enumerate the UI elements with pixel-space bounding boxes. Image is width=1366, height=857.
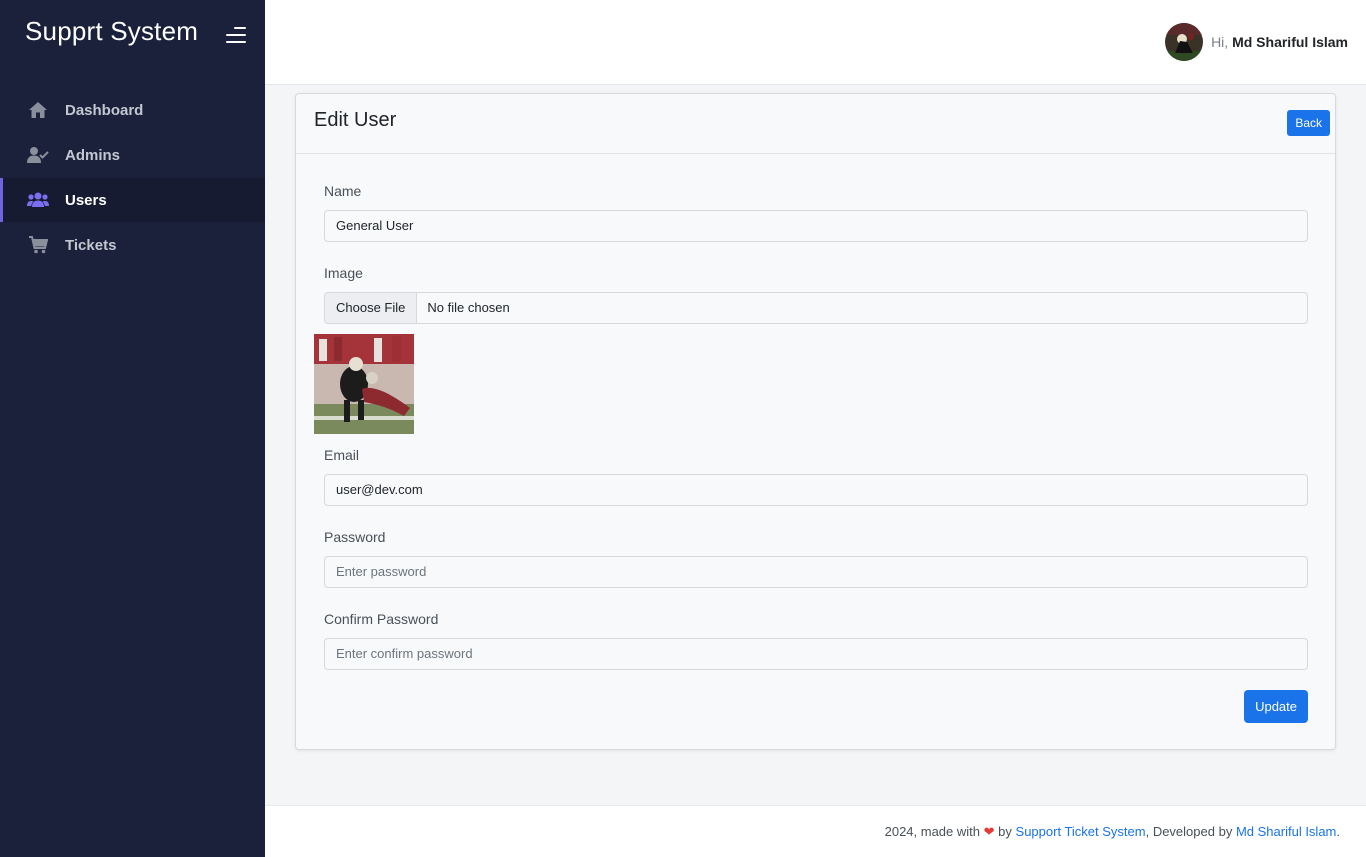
page-title: Edit User	[314, 109, 397, 131]
email-label: Email	[324, 447, 360, 463]
file-status: No file chosen	[427, 300, 510, 315]
back-button[interactable]: Back	[1287, 110, 1330, 136]
name-field[interactable]: General User	[324, 210, 1308, 242]
confirm-password-field[interactable]: Enter confirm password	[324, 638, 1308, 670]
sidebar-item-dashboard[interactable]: Dashboard	[0, 88, 265, 132]
user-greeting: Hi, Md Shariful Islam	[1211, 34, 1348, 50]
card-header: Edit User Back	[296, 94, 1335, 154]
support-system-link[interactable]: Support Ticket System	[1016, 824, 1146, 839]
sidebar-item-label: Admins	[65, 146, 121, 164]
update-button[interactable]: Update	[1244, 690, 1308, 723]
name-label: Name	[324, 183, 362, 199]
sidebar-nav: Dashboard Admins Users Tickets	[0, 88, 265, 268]
choose-file-button[interactable]: Choose File	[325, 293, 418, 323]
home-icon	[27, 100, 49, 120]
users-icon	[27, 190, 49, 210]
confirm-password-label: Confirm Password	[324, 611, 439, 627]
password-field[interactable]: Enter password	[324, 556, 1308, 588]
user-image-preview	[314, 334, 414, 434]
email-field[interactable]: user@dev.com	[324, 474, 1308, 506]
image-file-input[interactable]: Choose File No file chosen	[324, 292, 1308, 324]
cart-icon	[27, 235, 49, 255]
password-label: Password	[324, 529, 386, 545]
sidebar: Supprt System Dashboard Admins Users Tic…	[0, 0, 265, 857]
brand-title: Supprt System	[25, 16, 199, 46]
sidebar-item-label: Tickets	[65, 236, 117, 254]
user-name: Md Shariful Islam	[1232, 34, 1348, 50]
avatar	[1165, 23, 1204, 61]
sidebar-item-tickets[interactable]: Tickets	[0, 223, 265, 267]
topbar: Hi, Md Shariful Islam	[265, 0, 1366, 85]
menu-toggle-icon[interactable]	[226, 27, 246, 43]
sidebar-item-admins[interactable]: Admins	[0, 133, 265, 177]
edit-user-card: Edit User Back Name General User Image C…	[295, 93, 1336, 750]
footer-text: 2024, made with ❤ by Support Ticket Syst…	[884, 824, 1340, 839]
sidebar-item-label: Dashboard	[65, 101, 144, 119]
heart-icon: ❤	[983, 824, 995, 839]
user-menu[interactable]: Hi, Md Shariful Islam	[1165, 23, 1348, 61]
sidebar-item-users[interactable]: Users	[0, 178, 265, 222]
footer: 2024, made with ❤ by Support Ticket Syst…	[265, 805, 1366, 857]
user-check-icon	[27, 145, 49, 165]
sidebar-item-label: Users	[65, 191, 107, 209]
image-label: Image	[324, 265, 363, 281]
developer-link[interactable]: Md Shariful Islam	[1236, 824, 1336, 839]
